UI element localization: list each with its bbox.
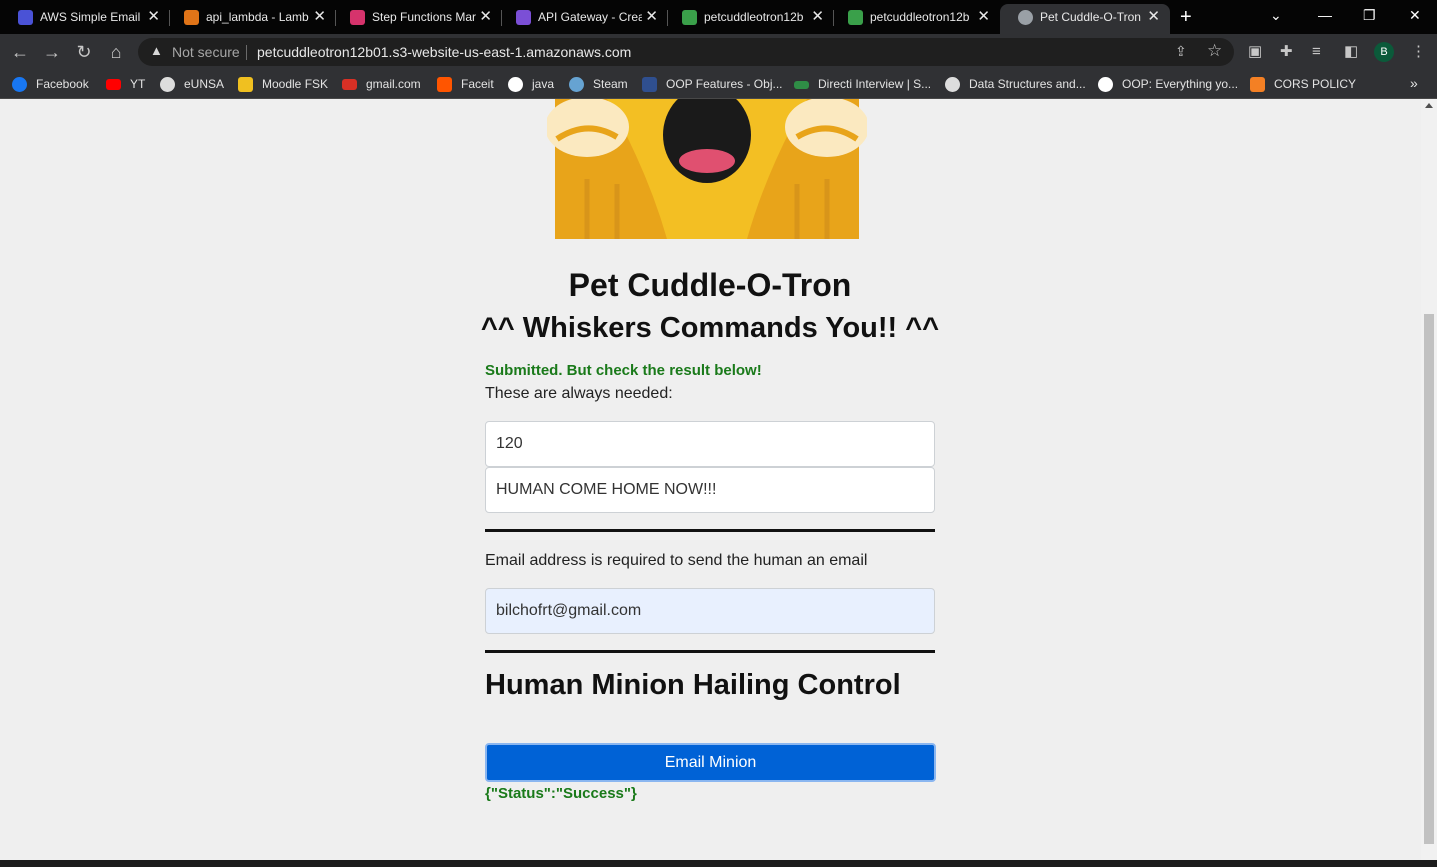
globe-icon: [1018, 10, 1033, 25]
bookmark-label: Faceit: [461, 77, 494, 91]
bookmarks-bar: Facebook YT eUNSA Moodle FSK gmail.com F…: [0, 70, 1437, 99]
bookmark-label: Moodle FSK: [262, 77, 329, 91]
tab-search-icon[interactable]: ⌄: [1270, 2, 1282, 28]
puzzle-icon[interactable]: ✚: [1280, 42, 1293, 62]
tab-title: AWS Simple Email S: [40, 10, 144, 24]
bookmark-label: Steam: [593, 77, 628, 91]
always-needed-label: These are always needed:: [485, 385, 673, 402]
bookmarks-overflow-icon[interactable]: »: [1410, 75, 1418, 91]
bookmark-label: Data Structures and...: [969, 77, 1086, 91]
aws-lambda-icon: [184, 10, 199, 25]
share-icon[interactable]: ⇪: [1175, 43, 1187, 60]
tab-aws-ses[interactable]: AWS Simple Email S ✕: [0, 4, 170, 34]
scroll-up-icon[interactable]: [1425, 103, 1433, 108]
extension-icon[interactable]: ▣: [1248, 42, 1262, 62]
divider: [485, 650, 935, 653]
youtube-icon: [106, 79, 121, 90]
tab-pet-cuddle-o-tron[interactable]: Pet Cuddle-O-Tron ✕: [1000, 4, 1170, 34]
media-queue-icon[interactable]: ≡: [1312, 42, 1321, 62]
submit-status-message: Submitted. But check the result below!: [485, 362, 762, 379]
tab-api-gateway[interactable]: API Gateway - Crea ✕: [498, 4, 668, 34]
tab-title: Step Functions Mar: [372, 10, 476, 24]
divider: [246, 45, 247, 60]
bookmark-label: Facebook: [36, 77, 89, 91]
back-icon[interactable]: ←: [8, 40, 32, 64]
control-heading: Human Minion Hailing Control: [485, 669, 901, 701]
email-required-label: Email address is required to send the hu…: [485, 552, 868, 569]
page-scrollbar[interactable]: [1421, 99, 1437, 860]
medium-icon: [1098, 77, 1113, 92]
close-icon[interactable]: ✕: [479, 4, 492, 30]
tab-s3-bucket-2[interactable]: petcuddleotron12b ✕: [830, 4, 1000, 34]
close-icon[interactable]: ✕: [811, 4, 824, 30]
not-secure-label[interactable]: Not secure: [172, 44, 240, 60]
bookmark-label: OOP: Everything yo...: [1122, 77, 1239, 91]
moodle-icon: [238, 77, 253, 92]
page-viewport: Pet Cuddle-O-Tron ^^ Whiskers Commands Y…: [0, 99, 1421, 860]
bookmark-label: Directi Interview | S...: [818, 77, 932, 91]
step-functions-icon: [350, 10, 365, 25]
side-panel-icon[interactable]: ◧: [1344, 42, 1358, 62]
reload-icon[interactable]: ↻: [72, 40, 96, 64]
close-icon[interactable]: ✕: [977, 4, 990, 30]
restore-icon[interactable]: ❐: [1363, 2, 1376, 28]
tab-step-functions[interactable]: Step Functions Mar ✕: [332, 4, 502, 34]
medium-icon: [508, 77, 523, 92]
stackoverflow-icon: [642, 77, 657, 92]
new-tab-button[interactable]: +: [1180, 4, 1192, 30]
tab-title: Pet Cuddle-O-Tron: [1040, 10, 1141, 24]
bookmark-label: CORS POLICY: [1274, 77, 1357, 91]
bookmark-label: java: [532, 77, 555, 91]
scroll-thumb[interactable]: [1424, 314, 1434, 844]
home-icon[interactable]: ⌂: [104, 40, 128, 64]
bookmark-label: eUNSA: [184, 77, 225, 91]
gmail-icon: [342, 79, 357, 90]
bookmark-label: gmail.com: [366, 77, 421, 91]
bookmark-star-icon[interactable]: ☆: [1207, 41, 1222, 61]
api-gateway-icon: [516, 10, 531, 25]
tab-lambda[interactable]: api_lambda - Lamb ✕: [166, 4, 336, 34]
warning-icon[interactable]: ▲: [150, 43, 163, 58]
url-text[interactable]: petcuddleotron12b01.s3-website-us-east-1…: [257, 44, 631, 60]
more-menu-icon[interactable]: ⋮: [1411, 42, 1426, 62]
window-close-icon[interactable]: ✕: [1409, 2, 1421, 28]
s3-bucket-icon: [682, 10, 697, 25]
email-input[interactable]: [485, 588, 935, 634]
tab-title: API Gateway - Crea: [538, 10, 642, 24]
bookmark-label: YT: [130, 77, 146, 91]
tab-title: petcuddleotron12b: [704, 10, 804, 24]
minimize-icon[interactable]: —: [1318, 2, 1332, 28]
email-minion-button[interactable]: Email Minion: [485, 743, 936, 782]
browser-toolbar: ← → ↻ ⌂ ▲ Not secure petcuddleotron12b01…: [0, 34, 1437, 70]
close-icon[interactable]: ✕: [313, 4, 326, 30]
close-icon[interactable]: ✕: [1147, 4, 1160, 30]
close-icon[interactable]: ✕: [645, 4, 658, 30]
address-bar[interactable]: ▲ Not secure petcuddleotron12b01.s3-webs…: [138, 38, 1234, 66]
screaming-cat-image: [547, 99, 867, 239]
facebook-icon: [12, 77, 27, 92]
aws-ses-icon: [18, 10, 33, 25]
s3-bucket-icon: [848, 10, 863, 25]
geeksforgeeks-icon: [794, 81, 809, 89]
faceit-icon: [437, 77, 452, 92]
divider: [485, 529, 935, 532]
result-status: {"Status":"Success"}: [485, 785, 637, 802]
tab-s3-bucket-1[interactable]: petcuddleotron12b ✕: [664, 4, 834, 34]
globe-icon: [945, 77, 960, 92]
globe-icon: [160, 77, 175, 92]
message-input[interactable]: [485, 467, 935, 513]
close-icon[interactable]: ✕: [147, 4, 160, 30]
wait-time-input[interactable]: [485, 421, 935, 467]
tab-title: api_lambda - Lamb: [206, 10, 309, 24]
forward-icon[interactable]: →: [40, 40, 64, 64]
page-subtitle: ^^ Whiskers Commands You!! ^^: [480, 312, 940, 344]
page-title: Pet Cuddle-O-Tron: [568, 267, 852, 303]
tab-strip: AWS Simple Email S ✕ api_lambda - Lamb ✕…: [0, 0, 1437, 34]
tab-title: petcuddleotron12b: [870, 10, 970, 24]
bookmark-label: OOP Features - Obj...: [666, 77, 783, 91]
steam-icon: [569, 77, 584, 92]
stackoverflow-icon: [1250, 77, 1265, 92]
os-taskbar: [0, 860, 1437, 867]
avatar[interactable]: B: [1374, 42, 1394, 62]
